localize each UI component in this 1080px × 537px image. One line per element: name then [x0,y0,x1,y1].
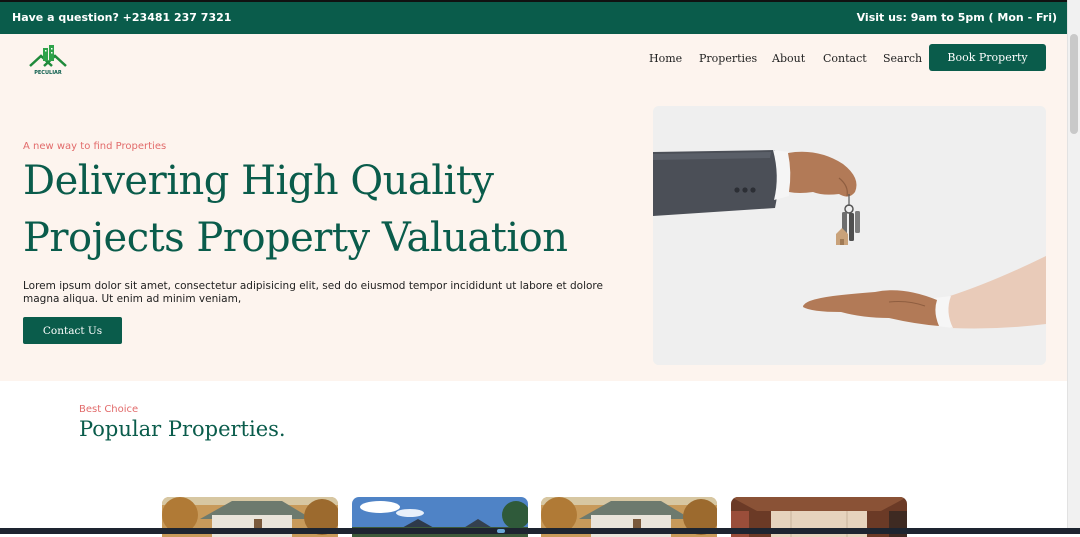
brand-logo-text: PECULIAR [34,70,62,76]
section-title: Popular Properties. [79,417,286,441]
hero-lead-text: Lorem ipsum dolor sit amet, consectetur … [23,280,603,305]
nav-link-home[interactable]: Home [649,52,682,65]
hero-eyebrow: A new way to find Properties [23,141,167,152]
visiting-hours-text: Visit us: 9am to 5pm ( Mon - Fri) [856,11,1057,24]
house-buildings-icon: PECULIAR [29,45,67,76]
os-taskbar [0,528,1080,534]
hero-section: A new way to find Properties Delivering … [0,89,1068,381]
hero-headline: Delivering High Quality Projects Propert… [23,158,568,261]
scrollbar-thumb[interactable] [1070,34,1078,134]
nav-link-about[interactable]: About [772,52,805,65]
nav-link-properties[interactable]: Properties [699,52,757,65]
page-scrollbar[interactable] [1067,0,1080,534]
taskbar-app-icon[interactable] [497,529,505,533]
hero-image-keys-handover [653,106,1046,365]
contact-us-button[interactable]: Contact Us [23,317,122,344]
brand-logo[interactable]: PECULIAR [28,42,68,78]
top-info-bar: Have a question? +23481 237 7321 Visit u… [0,0,1068,34]
section-eyebrow: Best Choice [79,404,139,415]
contact-phone-text: Have a question? +23481 237 7321 [12,11,232,24]
nav-link-search[interactable]: Search [883,52,922,65]
nav-link-contact[interactable]: Contact [823,52,867,65]
main-navbar: PECULIAR Home Properties About Contact S… [0,34,1068,89]
book-property-button[interactable]: Book Property [929,44,1046,71]
keys-handover-illustration [653,106,1046,365]
